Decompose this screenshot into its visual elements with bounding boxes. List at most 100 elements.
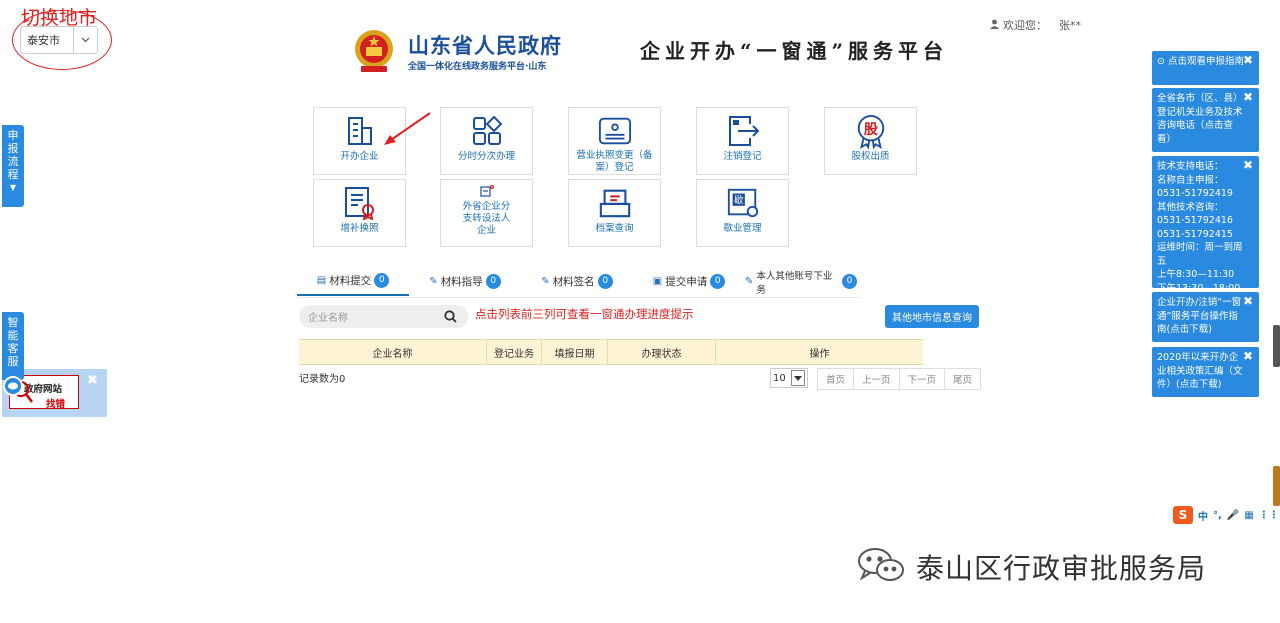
notice-operation-guide[interactable]: 企业开办/注销“一窗通”服务平台操作指南(点击下载) ✖ [1152,292,1259,342]
welcome-label: 欢迎您： [1003,19,1047,32]
tab-count-badge: 0 [374,273,390,288]
punctuation-icon[interactable]: °, [1213,510,1222,521]
ime-language[interactable]: 中 [1198,508,1208,523]
tab-submit-application[interactable]: ▣ 提交申请 0 [633,267,745,296]
certificate-icon [343,186,377,220]
microphone-icon[interactable]: 🎤 [1227,510,1239,521]
edit-icon: ✎ [429,276,438,287]
grid-icon [470,114,504,148]
tile-label: 营业执照变更（备案）登记 [576,150,653,173]
notice-line: 0531-51792416 [1157,215,1233,226]
next-page-button[interactable]: 下一页 [898,368,946,390]
notice-line: 其他技术咨询： [1157,201,1224,213]
column-header: 办理状态 [608,340,716,364]
svg-text:股: 股 [863,122,878,138]
tile-archive-query[interactable]: 档案查询 [568,179,661,247]
city-select[interactable]: 泰安市 [20,26,98,54]
user-name[interactable]: 张** [1059,17,1081,33]
page-size-select[interactable]: 10 [770,368,808,388]
first-page-button[interactable]: 首页 [817,368,855,390]
tile-staged-processing[interactable]: 分时分次办理 [440,107,533,175]
close-icon[interactable]: ✖ [1243,294,1253,309]
side-tab-char: 申 [7,129,19,142]
tab-label: 材料指导 [440,276,483,288]
company-search[interactable]: 企业名称 [299,305,468,328]
side-tab-char: 报 [7,142,19,155]
tile-equity-pledge[interactable]: 股 股权出质 [824,107,917,175]
tile-label: 歇业管理 [723,223,762,234]
tab-material-guide[interactable]: ✎ 材料指导 0 [409,267,521,296]
last-page-button[interactable]: 尾页 [944,368,982,390]
column-header: 操作 [809,348,830,360]
tab-other-accounts[interactable]: ✎ 本人其他账号下业务 0 [745,267,857,296]
edit-icon: ✎ [745,276,754,287]
tile-license-change[interactable]: 营业执照变更（备案）登记 [568,107,661,175]
tile-suspend-business[interactable]: 歇 歇业管理 [696,179,789,247]
play-circle-icon: ⊙ [1157,56,1165,67]
tile-license-reissue[interactable]: 增补换照 [313,179,406,247]
equity-seal-icon: 股 [854,114,888,149]
suspend-business-icon: 歇 [726,186,760,220]
pagination: 10 首页 上一页 下一页 尾页 [770,368,982,390]
smart-service-side-tab[interactable]: 智 能 客 服 [2,312,24,380]
notice-line: 上午8:30—11:30 [1157,269,1235,280]
tab-label: 材料签名 [552,276,595,288]
tile-label: 增补换照 [340,223,379,234]
building-icon [343,114,377,148]
ime-toolbar[interactable]: S 中 °, 🎤 ▦ ⋮⋮ [1173,505,1280,525]
tab-count-badge: 0 [842,274,857,289]
process-side-tab[interactable]: 申 报 流 程 ▼ [2,125,24,207]
tab-label: 提交申请 [665,276,708,288]
toolbox-icon[interactable]: ⋮⋮ [1259,510,1279,521]
notice-consult-phones[interactable]: 全省各市（区、县）登记机关业务及技术咨询电话（点击查看） ✖ [1152,88,1259,152]
tab-count-badge: 0 [485,274,501,289]
column-header: 企业名称 [299,340,487,364]
close-icon[interactable]: ✖ [1243,158,1253,173]
user-icon [990,19,999,32]
tile-label: 开办企业 [340,151,379,162]
close-icon[interactable]: ✖ [1243,53,1253,68]
tab-material-sign[interactable]: ✎ 材料签名 0 [521,267,633,296]
tab-material-submit[interactable]: ▤ 材料提交 0 [297,267,409,296]
other-city-query-button[interactable]: 其他地市信息查询 [885,305,979,328]
sogou-logo-icon: S [1173,506,1193,524]
edit-icon: ✎ [541,276,550,287]
side-tab-char: 服 [7,355,19,368]
side-tab-char: 智 [7,316,19,329]
watermark-text: 泰山区行政审批服务局 [916,551,1207,585]
notice-line: 0531-51792415 [1157,228,1233,240]
tile-label: 分时分次办理 [457,151,515,162]
tab-label: 材料提交 [329,275,372,287]
close-icon[interactable]: ✖ [87,373,98,388]
arrow-down-icon: ▼ [9,183,17,192]
close-icon[interactable]: ✖ [1243,90,1253,105]
tile-branch-to-legal-entity[interactable]: 外省企业分支转设法人企业 [440,179,533,247]
svg-text:歇: 歇 [734,194,744,206]
tab-count-badge: 0 [710,274,726,289]
chevron-down-icon [791,370,805,386]
keyboard-icon[interactable]: ▦ [1244,510,1253,521]
red-arrow-annotation-icon [382,111,432,147]
side-tab-char: 能 [7,329,19,342]
transfer-doc-icon [470,184,504,198]
license-card-icon [598,114,632,147]
search-input[interactable]: 企业名称 [299,309,444,324]
table-header: 企业名称 登记业务 填报日期 办理状态 操作 [299,339,923,365]
search-icon[interactable] [444,310,468,323]
archive-icon [598,186,632,220]
wechat-icon [856,545,908,588]
scroll-handle[interactable] [1273,466,1280,506]
chat-bubble-icon[interactable] [3,376,23,396]
notice-text: 2020年以来开办企业相关政策汇编（文件）(点击下载) [1157,352,1243,390]
gov-name: 山东省人民政府 [408,34,562,58]
prev-page-button[interactable]: 上一页 [853,368,900,390]
notice-text: 点击观看申报指南 [1168,56,1245,67]
notice-guide-video[interactable]: ⊙ 点击观看申报指南 ✖ [1152,51,1259,85]
tile-deregistration[interactable]: 注销登记 [696,107,789,175]
list-icon: ▤ [316,275,327,286]
close-icon[interactable]: ✖ [1243,349,1253,364]
notice-policy-compilation[interactable]: 2020年以来开办企业相关政策汇编（文件）(点击下载) ✖ [1152,347,1259,397]
scroll-handle[interactable] [1273,325,1280,367]
tab-count-badge: 0 [597,274,613,289]
notice-line: 运维时间：周一到周五 [1157,242,1243,267]
